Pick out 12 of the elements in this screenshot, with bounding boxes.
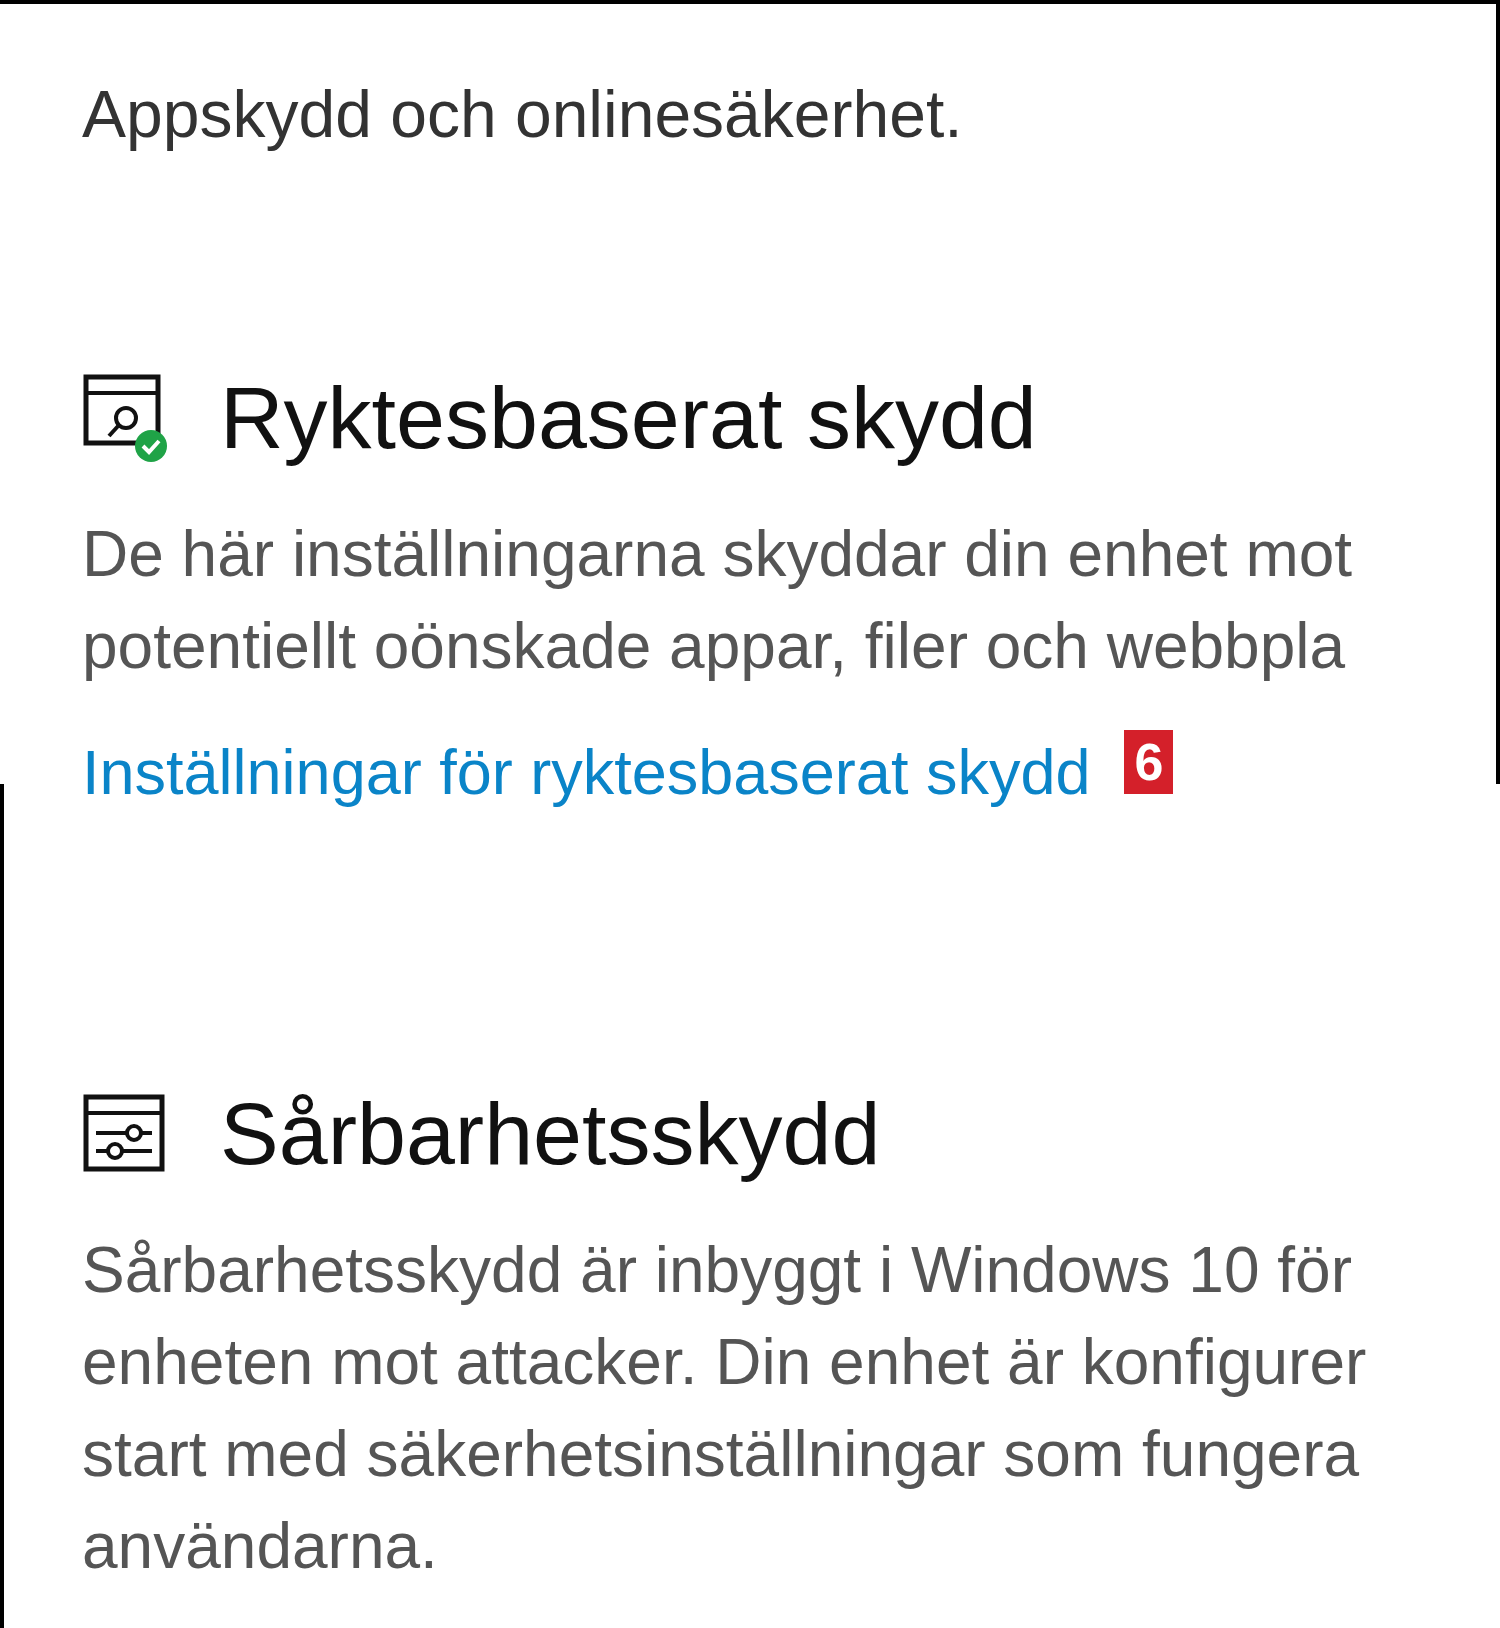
description-text: potentiellt oönskade appar, filer och webbpla bbox=[82, 609, 1347, 684]
description-text: Sårbarhetsskydd är inbyggt i Windows 10 för bbox=[82, 1233, 1353, 1308]
window-sliders-icon bbox=[82, 1093, 166, 1175]
description-text: start med säkerhetsinställningar som fungera bbox=[82, 1417, 1361, 1492]
intro-text: Appskydd och onlinesäkerhet. bbox=[81, 76, 964, 152]
description-text: De här inställningarna skyddar din enhet mot bbox=[82, 517, 1354, 592]
description-text: enheten mot attacker. Din enhet är konfigurer bbox=[82, 1325, 1368, 1400]
settings-link[interactable]: Inställningar för ryktesbaserat skydd bbox=[82, 736, 1091, 808]
number-badge: 6 bbox=[1124, 730, 1174, 794]
section-heading: Sårbarhetsskydd bbox=[220, 1083, 881, 1185]
section-heading: Ryktesbaserat skydd bbox=[220, 367, 1037, 469]
description-text: användarna. bbox=[82, 1509, 439, 1584]
